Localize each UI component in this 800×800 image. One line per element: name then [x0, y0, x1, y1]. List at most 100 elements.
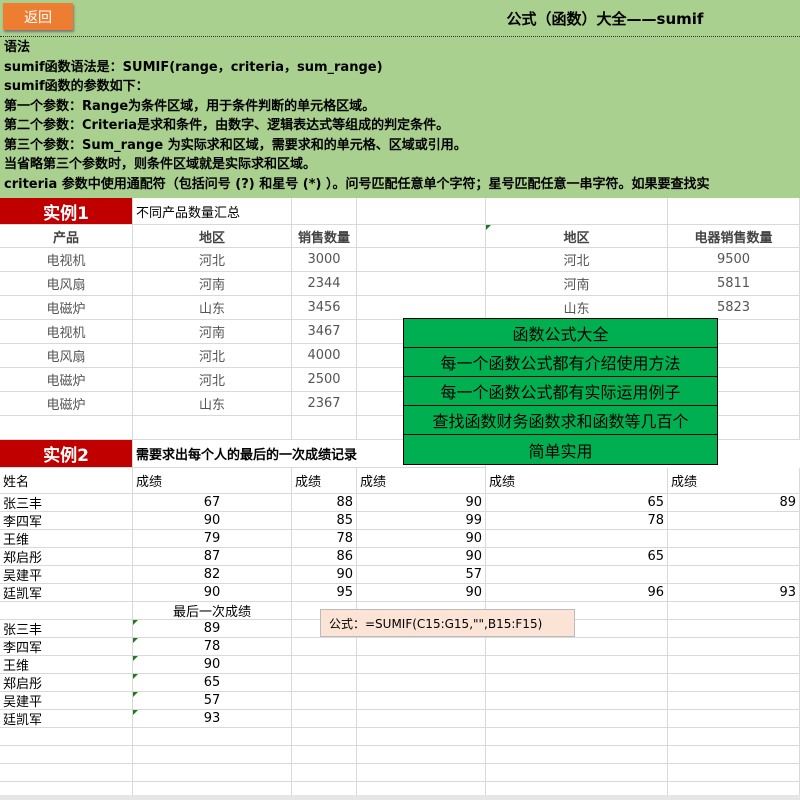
result-cell: 93 — [133, 710, 292, 728]
summary-cell: 5811 — [668, 272, 800, 296]
horizontal-scrollbar[interactable] — [0, 795, 800, 800]
menu-item[interactable]: 简单实用 — [404, 435, 717, 464]
column-header: 销售数量 — [292, 225, 357, 248]
syntax-line: 第二个参数：Criteria是求和条件，由数字、逻辑表达式等组成的判定条件。 — [4, 118, 450, 133]
cell — [133, 764, 292, 782]
cell — [292, 674, 357, 692]
table-cell: 3000 — [292, 248, 357, 272]
divider — [0, 36, 800, 37]
example1-label: 实例1 — [0, 198, 133, 225]
score-cell: 85 — [292, 512, 357, 530]
table-cell: 4000 — [292, 344, 357, 368]
cell — [668, 764, 800, 782]
score-cell: 89 — [668, 494, 800, 512]
cell — [668, 602, 800, 620]
cell — [486, 746, 668, 764]
cell — [486, 674, 668, 692]
score-cell: 90 — [357, 548, 486, 566]
menu-item[interactable]: 每一个函数公式都有实际运用例子 — [404, 377, 717, 406]
score-cell: 87 — [133, 548, 292, 566]
syntax-line: 第三个参数：Sum_range 为实际求和区域，需要求和的单元格、区域或引用。 — [4, 137, 467, 153]
result-cell: 90 — [133, 656, 292, 674]
cell — [0, 728, 133, 746]
column-header: 电器销售数量 — [668, 225, 800, 248]
table-cell: 电磁炉 — [0, 296, 133, 320]
score-cell: 90 — [133, 512, 292, 530]
cell — [486, 198, 668, 225]
syntax-line: 第一个参数：Range为条件区域，用于条件判断的单元格区域。 — [4, 98, 376, 114]
cell — [357, 656, 486, 674]
name-cell: 张三丰 — [0, 494, 133, 512]
syntax-text: 语法 sumif函数语法是：SUMIF(range，criteria，sum_ra… — [4, 38, 800, 194]
comment-marker-icon — [486, 225, 491, 230]
table-cell: 电视机 — [0, 248, 133, 272]
score-cell: 90 — [133, 584, 292, 602]
cell — [292, 198, 357, 225]
cell — [486, 638, 668, 656]
formula-note: 公式：=SUMIF(C15:G15,"",B15:F15) — [320, 609, 575, 637]
table-cell: 电磁炉 — [0, 392, 133, 416]
cell — [357, 674, 486, 692]
name-cell: 李四军 — [0, 638, 133, 656]
score-cell: 82 — [133, 566, 292, 584]
syntax-line: sumif函数的参数如下： — [4, 79, 149, 94]
score-cell: 90 — [292, 566, 357, 584]
cell — [292, 710, 357, 728]
result-header: 最后一次成绩 — [133, 602, 292, 620]
back-button[interactable]: 返回 — [3, 3, 73, 30]
score-cell: 88 — [292, 494, 357, 512]
score-cell: 67 — [133, 494, 292, 512]
result-cell: 78 — [133, 638, 292, 656]
menu-item[interactable]: 函数公式大全 — [404, 319, 717, 348]
score-cell: 65 — [486, 494, 668, 512]
cell — [292, 656, 357, 674]
summary-cell: 河南 — [486, 272, 668, 296]
cell — [357, 764, 486, 782]
summary-cell: 河北 — [486, 248, 668, 272]
score-cell — [668, 548, 800, 566]
syntax-line: criteria 参数中使用通配符（包括问号 (?) 和星号 (*) ）。问号匹… — [4, 176, 710, 192]
cell — [668, 674, 800, 692]
name-cell: 郑启彤 — [0, 548, 133, 566]
cell — [133, 746, 292, 764]
score-cell: 65 — [486, 548, 668, 566]
cell — [357, 746, 486, 764]
cell — [292, 692, 357, 710]
cell — [668, 198, 800, 225]
score-cell: 93 — [668, 584, 800, 602]
cell — [357, 272, 486, 296]
summary-cell: 山东 — [486, 296, 668, 320]
name-cell: 王维 — [0, 656, 133, 674]
table-cell: 河北 — [133, 368, 292, 392]
score-cell — [668, 566, 800, 584]
table-cell — [133, 416, 292, 440]
name-cell: 廷凯军 — [0, 584, 133, 602]
table-cell: 电视机 — [0, 320, 133, 344]
comment-marker-icon — [133, 692, 138, 697]
score-cell — [668, 530, 800, 548]
column-header: 成绩 — [668, 468, 800, 494]
comment-marker-icon — [133, 656, 138, 661]
menu-item[interactable]: 每一个函数公式都有介绍使用方法 — [404, 348, 717, 377]
cell — [0, 602, 133, 620]
table-cell: 电风扇 — [0, 272, 133, 296]
column-header: 姓名 — [0, 468, 133, 494]
column-header: 地区 — [133, 225, 292, 248]
function-menu: 函数公式大全 每一个函数公式都有介绍使用方法 每一个函数公式都有实际运用例子 查找函数… — [403, 318, 718, 465]
summary-cell: 5823 — [668, 296, 800, 320]
score-cell: 57 — [357, 566, 486, 584]
cell — [357, 710, 486, 728]
table-cell: 2344 — [292, 272, 357, 296]
name-cell: 吴建平 — [0, 566, 133, 584]
score-cell: 99 — [357, 512, 486, 530]
menu-item[interactable]: 查找函数财务函数求和函数等几百个 — [404, 406, 717, 435]
page-title: 公式（函数）大全——sumif — [506, 10, 704, 28]
column-header: 地区 — [486, 225, 668, 248]
cell — [292, 746, 357, 764]
name-cell: 吴建平 — [0, 692, 133, 710]
example2-label: 实例2 — [0, 440, 133, 468]
cell — [133, 728, 292, 746]
cell — [357, 248, 486, 272]
name-cell: 张三丰 — [0, 620, 133, 638]
score-cell — [668, 512, 800, 530]
